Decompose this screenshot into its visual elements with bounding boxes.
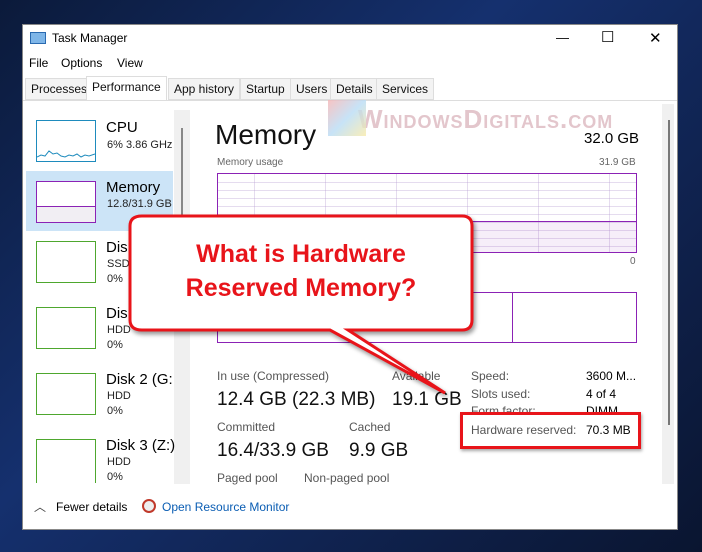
callout-line-2: Reserved Memory? — [185, 274, 417, 302]
callout-line-1: What is Hardware — [196, 240, 406, 268]
